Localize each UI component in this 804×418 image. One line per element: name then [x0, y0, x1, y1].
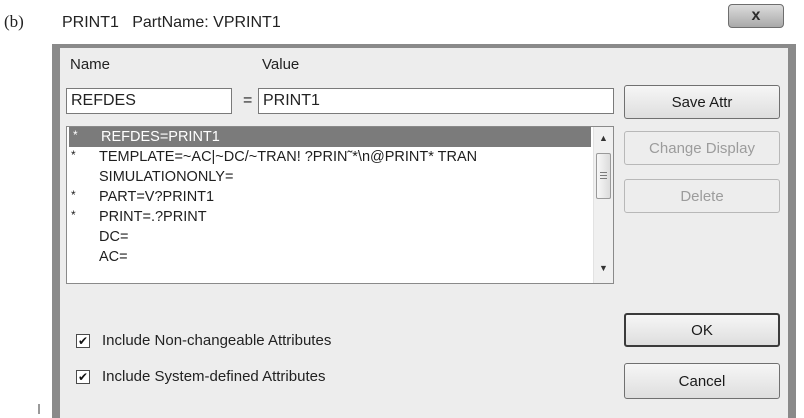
list-item-text: SIMULATIONONLY= [99, 169, 234, 185]
include-non-changeable-label: Include Non-changeable Attributes [102, 332, 332, 349]
attribute-list[interactable]: * REFDES=PRINT1 * TEMPLATE=~AC|~DC/~TRAN… [66, 126, 614, 284]
value-label: Value [262, 56, 300, 73]
close-icon: x [751, 7, 761, 24]
include-non-changeable-option[interactable]: ✔ Include Non-changeable Attributes [76, 332, 331, 349]
include-non-changeable-checkbox[interactable]: ✔ [76, 333, 90, 348]
scroll-thumb[interactable] [596, 153, 611, 199]
list-item-text: DC= [99, 229, 129, 245]
list-item-refdes[interactable]: * REFDES=PRINT1 [69, 127, 591, 147]
list-item-text: REFDES=PRINT1 [101, 129, 220, 145]
required-marker: * [71, 148, 76, 162]
grip-icon [600, 172, 607, 180]
figure-label: (b) [4, 12, 24, 31]
ok-button[interactable]: OK [624, 313, 780, 347]
vertical-scrollbar[interactable]: ▲ ▼ [593, 127, 613, 283]
required-marker: * [71, 188, 76, 202]
include-system-defined-checkbox[interactable]: ✔ [76, 369, 90, 384]
list-item-text: TEMPLATE=~AC|~DC/~TRAN! ?PRIN˜*\n@PRINT*… [99, 149, 478, 165]
window-title: PRINT1 PartName: VPRINT1 [62, 14, 281, 31]
change-display-button[interactable]: Change Display [624, 131, 780, 165]
scroll-up-icon[interactable]: ▲ [594, 129, 613, 147]
scroll-down-icon[interactable]: ▼ [594, 259, 613, 277]
list-item-text: PART=V?PRINT1 [99, 189, 215, 205]
required-marker: * [73, 128, 78, 142]
list-item-print[interactable]: * PRINT=.?PRINT [67, 207, 593, 227]
list-item-text: PRINT=.?PRINT [99, 209, 207, 225]
list-item-ac[interactable]: AC= [67, 247, 593, 267]
attribute-list-items: * REFDES=PRINT1 * TEMPLATE=~AC|~DC/~TRAN… [67, 127, 593, 267]
list-item-text: AC= [99, 249, 128, 265]
required-marker: * [71, 208, 76, 222]
list-item-template[interactable]: * TEMPLATE=~AC|~DC/~TRAN! ?PRIN˜*\n@PRIN… [67, 147, 593, 167]
include-system-defined-label: Include System-defined Attributes [102, 368, 326, 385]
name-label: Name [70, 56, 111, 73]
list-item-dc[interactable]: DC= [67, 227, 593, 247]
save-attr-button[interactable]: Save Attr [624, 85, 780, 119]
equals-sign: = [243, 92, 253, 109]
delete-button[interactable]: Delete [624, 179, 780, 213]
list-item-part[interactable]: * PART=V?PRINT1 [67, 187, 593, 207]
cancel-button[interactable]: Cancel [624, 363, 780, 399]
edge-tick [38, 404, 40, 414]
close-button[interactable]: x [728, 4, 784, 28]
value-input[interactable] [258, 88, 614, 114]
list-item-simulationonly[interactable]: SIMULATIONONLY= [67, 167, 593, 187]
include-system-defined-option[interactable]: ✔ Include System-defined Attributes [76, 368, 325, 385]
name-input[interactable] [66, 88, 232, 114]
